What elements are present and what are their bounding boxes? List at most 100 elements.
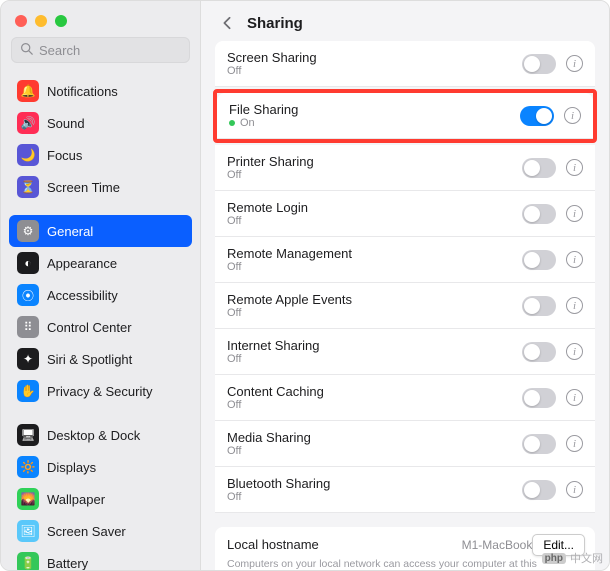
- row-status: Off: [227, 399, 522, 411]
- back-button[interactable]: [217, 13, 237, 33]
- sharing-list: Screen SharingOffiFile SharingOniPrinter…: [215, 41, 595, 513]
- wallpaper-icon: 🌄: [17, 488, 39, 510]
- sidebar-item-control-center[interactable]: ⠿ Control Center: [9, 311, 192, 343]
- search-icon: [20, 42, 33, 58]
- info-icon[interactable]: i: [566, 55, 583, 72]
- window-controls: [1, 1, 200, 37]
- sidebar-item-label: General: [47, 224, 93, 239]
- sidebar-item-sound[interactable]: 🔊 Sound: [9, 107, 192, 139]
- info-icon[interactable]: i: [566, 251, 583, 268]
- sharing-row-internet-sharing: Internet SharingOff i: [215, 329, 595, 375]
- sidebar-item-label: Accessibility: [47, 288, 118, 303]
- sidebar-item-accessibility[interactable]: ⦿Accessibility: [9, 279, 192, 311]
- toggle[interactable]: [522, 434, 556, 454]
- row-name: Internet Sharing: [227, 338, 522, 353]
- row-status: Off: [227, 169, 522, 181]
- sidebar-item-label: Desktop & Dock: [47, 428, 140, 443]
- sidebar-item-battery[interactable]: 🔋Battery: [9, 547, 192, 570]
- sidebar-item-siri-spotlight[interactable]: ✦ Siri & Spotlight: [9, 343, 192, 375]
- toggle[interactable]: [522, 250, 556, 270]
- row-status: Off: [227, 445, 522, 457]
- sidebar-item-label: Notifications: [47, 84, 118, 99]
- info-icon[interactable]: i: [566, 159, 583, 176]
- row-name: Remote Management: [227, 246, 522, 261]
- sidebar-item-label: Displays: [47, 460, 96, 475]
- screen-time-icon: ⏳: [17, 176, 39, 198]
- row-name: File Sharing: [229, 102, 520, 117]
- row-name: Printer Sharing: [227, 154, 522, 169]
- toggle[interactable]: [522, 158, 556, 178]
- sidebar-item-label: Appearance: [47, 256, 117, 271]
- sidebar-item-label: Focus: [47, 148, 82, 163]
- sidebar-item-screen-saver[interactable]: 🖼Screen Saver: [9, 515, 192, 547]
- notifications-icon: 🔔: [17, 80, 39, 102]
- row-name: Remote Login: [227, 200, 522, 215]
- toggle[interactable]: [522, 296, 556, 316]
- info-icon[interactable]: i: [566, 205, 583, 222]
- close-icon[interactable]: [15, 15, 27, 27]
- info-icon[interactable]: i: [566, 297, 583, 314]
- toggle[interactable]: [522, 204, 556, 224]
- sharing-row-content-caching: Content CachingOff i: [215, 375, 595, 421]
- toggle[interactable]: [522, 342, 556, 362]
- row-name: Content Caching: [227, 384, 522, 399]
- search-field[interactable]: [11, 37, 190, 63]
- appearance-icon: ◐: [17, 252, 39, 274]
- sidebar-item-desktop-dock[interactable]: 🖥Desktop & Dock: [9, 419, 192, 451]
- sidebar-item-label: Control Center: [47, 320, 132, 335]
- sidebar-item-wallpaper[interactable]: 🌄 Wallpaper: [9, 483, 192, 515]
- toggle[interactable]: [522, 480, 556, 500]
- minimize-icon[interactable]: [35, 15, 47, 27]
- zoom-icon[interactable]: [55, 15, 67, 27]
- sidebar-item-label: Screen Time: [47, 180, 120, 195]
- sharing-row-media-sharing: Media SharingOffi: [215, 421, 595, 467]
- toggle[interactable]: [522, 54, 556, 74]
- content: Screen SharingOffiFile SharingOniPrinter…: [201, 41, 609, 570]
- sharing-row-remote-management: Remote ManagementOff i: [215, 237, 595, 283]
- sidebar: 🔔 Notifications 🔊 Sound 🌙 Focus ⏳ Screen Time ⚙ G…: [1, 1, 201, 570]
- sidebar-item-label: Wallpaper: [47, 492, 105, 507]
- privacy-security-icon: ✋: [17, 380, 39, 402]
- sidebar-item-focus[interactable]: 🌙 Focus: [9, 139, 192, 171]
- info-icon[interactable]: i: [566, 343, 583, 360]
- row-status: Off: [227, 353, 522, 365]
- info-icon[interactable]: i: [566, 435, 583, 452]
- focus-icon: 🌙: [17, 144, 39, 166]
- sidebar-item-privacy-security[interactable]: ✋ Privacy & Security: [9, 375, 192, 407]
- sharing-row-remote-login: Remote LoginOffi: [215, 191, 595, 237]
- info-icon[interactable]: i: [566, 481, 583, 498]
- toggle[interactable]: [520, 106, 554, 126]
- sidebar-item-label: Screen Saver: [47, 524, 126, 539]
- hostname-hint: Computers on your local network can acce…: [227, 558, 537, 570]
- sidebar-item-label: Siri & Spotlight: [47, 352, 132, 367]
- sidebar-item-appearance[interactable]: ◐ Appearance: [9, 247, 192, 279]
- row-status: Off: [227, 307, 522, 319]
- row-status: On: [229, 117, 520, 129]
- info-icon[interactable]: i: [566, 389, 583, 406]
- sharing-row-remote-apple-events: Remote Apple EventsOff i: [215, 283, 595, 329]
- sidebar-item-general[interactable]: ⚙ General: [9, 215, 192, 247]
- search-input[interactable]: [39, 43, 181, 58]
- row-status: Off: [227, 491, 522, 503]
- page-title: Sharing: [247, 15, 303, 32]
- row-status: Off: [227, 261, 522, 273]
- sound-icon: 🔊: [17, 112, 39, 134]
- sidebar-item-notifications[interactable]: 🔔 Notifications: [9, 75, 192, 107]
- sidebar-item-label: Sound: [47, 116, 85, 131]
- toggle[interactable]: [522, 388, 556, 408]
- sharing-row-screen-sharing: Screen SharingOffi: [215, 41, 595, 87]
- settings-window: 🔔 Notifications 🔊 Sound 🌙 Focus ⏳ Screen Time ⚙ G…: [0, 0, 610, 571]
- sidebar-item-label: Battery: [47, 556, 88, 571]
- row-name: Screen Sharing: [227, 50, 522, 65]
- general-icon: ⚙: [17, 220, 39, 242]
- row-name: Bluetooth Sharing: [227, 476, 522, 491]
- control-center-icon: ⠿: [17, 316, 39, 338]
- info-icon[interactable]: i: [564, 107, 581, 124]
- sidebar-item-screen-time[interactable]: ⏳ Screen Time: [9, 171, 192, 203]
- sidebar-item-displays[interactable]: 🔆Displays: [9, 451, 192, 483]
- sidebar-item-label: Privacy & Security: [47, 384, 152, 399]
- edit-button[interactable]: Edit...: [532, 534, 585, 556]
- siri-spotlight-icon: ✦: [17, 348, 39, 370]
- sidebar-nav: 🔔 Notifications 🔊 Sound 🌙 Focus ⏳ Screen Time ⚙ G…: [1, 71, 200, 570]
- row-name: Remote Apple Events: [227, 292, 522, 307]
